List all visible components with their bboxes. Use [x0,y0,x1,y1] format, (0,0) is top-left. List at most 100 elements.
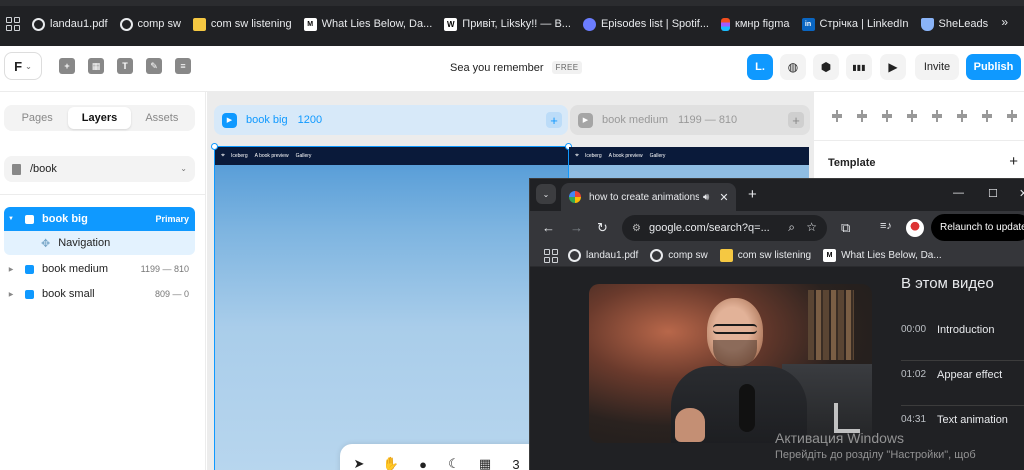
tab-assets[interactable]: Assets [131,107,193,129]
hand-icon[interactable]: ✋ [383,456,399,470]
layer-navigation[interactable]: ✥ Navigation [4,231,195,255]
bookmarks-overflow-button[interactable]: » [1001,15,1008,29]
publish-button[interactable]: Publish [966,54,1021,80]
bookmark-item[interactable]: com sw listening [719,249,811,262]
tab-search-icon[interactable]: ⌄ [536,184,556,204]
caret-down-icon[interactable]: ▼ [4,216,18,222]
framer-menu-button[interactable]: F ⌄ [4,52,42,80]
align-right-icon[interactable] [882,110,892,122]
invite-button[interactable]: Invite [915,54,959,80]
frame-navigation[interactable]: ⌖ Iceberg A book preview Gallery [569,147,809,165]
close-window-icon[interactable]: ✕ [1019,187,1024,200]
graduation-cap-icon [920,17,934,31]
watermark-title: Активация Windows [775,430,905,446]
layer-book-big[interactable]: ▼ book big Primary [4,207,195,231]
new-tab-button[interactable]: + [748,186,757,203]
frame-book-big[interactable]: ⌖ Iceberg A book preview Gallery [214,146,569,470]
align-center-h-icon[interactable] [857,110,867,122]
site-info-icon[interactable]: ⚙ [632,223,641,234]
caret-right-icon[interactable]: ▶ [4,291,18,298]
maximize-icon[interactable]: ☐ [988,187,998,200]
zoom-icon[interactable]: ⌕ [788,220,795,235]
database-icon[interactable]: ≡ [175,58,191,74]
distribute-v-icon[interactable] [1007,110,1017,122]
preview-play-icon[interactable]: ▶ [880,54,906,80]
back-icon[interactable]: ← [542,220,555,235]
chapter-item[interactable]: 01:02 Appear effect [901,369,1024,413]
forward-icon[interactable]: → [570,220,583,235]
tab-pages[interactable]: Pages [6,107,68,129]
bookmark-item[interactable]: in Стрічка | LinkedIn [801,17,909,31]
reload-icon[interactable]: ↻ [597,220,608,236]
layout-icon[interactable]: ▦ [88,58,104,74]
add-breakpoint-icon[interactable]: + [546,112,562,128]
alignment-tools [832,110,1024,122]
apps-grid-icon[interactable] [544,248,558,263]
analytics-icon[interactable]: ▮▮▮ [846,54,872,80]
bookmark-item[interactable]: M What Lies Below, Da... [303,17,432,31]
project-title[interactable]: Sea you remember FREE [450,61,583,74]
play-icon[interactable]: ▶ [578,112,593,128]
plus-icon[interactable]: + [59,58,75,74]
tab-layers[interactable]: Layers [68,107,131,129]
add-breakpoint-icon[interactable]: + [788,112,804,128]
relaunch-to-update-button[interactable]: Relaunch to update [931,214,1024,241]
bookmark-item[interactable]: кмнр figma [721,17,790,31]
bookmark-item[interactable]: com sw listening [192,17,292,31]
close-tab-icon[interactable]: ✕ [719,191,728,204]
settings-icon[interactable]: ⬢ [813,54,839,80]
bookmark-item[interactable]: comp sw [119,17,181,31]
chapter-title: Appear effect [937,369,1003,381]
profile-avatar[interactable] [906,219,924,237]
circle-icon[interactable]: ● [416,456,430,470]
moon-icon[interactable]: ☾ [447,456,461,470]
address-bar[interactable]: ⚙ google.com/search?q=... ⌕ ☆ [622,215,827,241]
bookmark-item[interactable]: comp sw [650,249,708,262]
bookmark-item[interactable]: landau1.pdf [32,17,108,31]
resize-handle[interactable] [211,143,218,150]
browser-tab[interactable]: how to create animations in 🔊︎ ✕ [561,183,736,211]
extensions-icon[interactable]: ⧉ [841,220,850,236]
component-icon: ✥ [41,237,51,250]
chapter-item[interactable]: 00:00 Introduction [901,324,1024,368]
medium-logo-icon: M [823,249,837,262]
align-left-icon[interactable] [832,110,842,122]
layer-book-small[interactable]: ▶ book small 809 — 0 [4,282,195,306]
bookshelf-image [808,290,854,360]
bookmark-item[interactable]: Episodes list | Spotif... [582,17,709,31]
bookmark-item[interactable]: M What Lies Below, Da... [823,249,942,262]
frame-navigation[interactable]: ⌖ Iceberg A book preview Gallery [215,147,568,165]
grid-icon[interactable]: ▦ [478,456,492,470]
caret-right-icon[interactable]: ▶ [4,266,18,273]
nav-link: Iceberg [230,153,248,159]
layer-name: Navigation [58,237,111,249]
user-avatar-button[interactable]: L. [747,54,773,80]
cursor-icon[interactable]: ➤ [352,456,366,470]
globe-icon[interactable]: ◍ [780,54,806,80]
layer-book-medium[interactable]: ▶ book medium 1199 — 810 [4,257,195,281]
page-selector[interactable]: /book ⌄ [4,156,195,182]
minimize-icon[interactable]: — [953,187,964,199]
apps-grid-icon[interactable] [6,17,20,31]
distribute-h-icon[interactable] [982,110,992,122]
figma-icon [721,17,730,31]
bookmark-star-icon[interactable]: ☆ [806,220,817,234]
edit-icon[interactable]: ✎ [146,58,162,74]
zoom-level[interactable]: 3 [509,456,523,470]
align-center-v-icon[interactable] [932,110,942,122]
audio-playing-icon[interactable]: 🔊︎ [703,192,709,203]
presenter-image [713,340,757,368]
bookmark-item[interactable]: W Привіт, Liksky!! — B... [444,17,571,31]
text-icon[interactable]: T [117,58,133,74]
divider [0,194,206,195]
add-template-icon[interactable]: + [1009,153,1018,170]
align-bottom-icon[interactable] [957,110,967,122]
play-icon[interactable]: ▶ [222,112,237,128]
bookmark-item[interactable]: SheLeads [920,17,988,31]
breakpoint-tab-book-big[interactable]: ▶ book big 1200 + [214,105,568,135]
video-thumbnail[interactable] [589,284,872,443]
breakpoint-tab-book-medium[interactable]: ▶ book medium 1199 — 810 + [570,105,810,135]
align-top-icon[interactable] [907,110,917,122]
bookmark-item[interactable]: landau1.pdf [568,249,638,262]
media-controls-icon[interactable]: ≡♪ [880,220,892,232]
